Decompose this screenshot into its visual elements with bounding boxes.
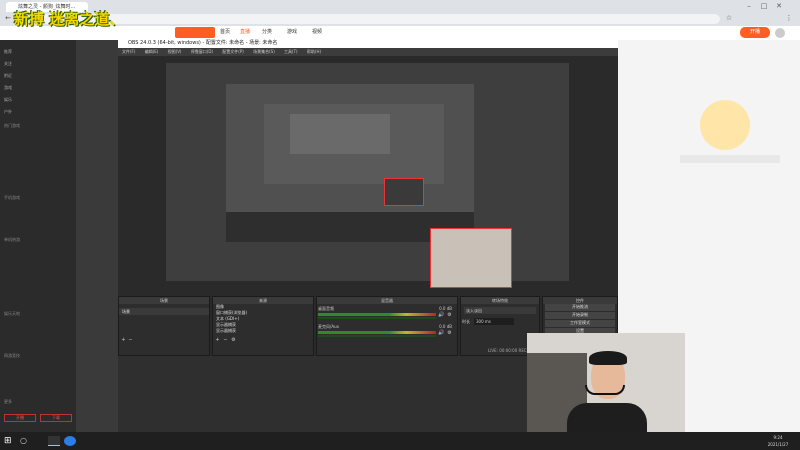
sidebar-item-game[interactable]: 游戏 (4, 84, 72, 92)
webcam-source-selection[interactable] (430, 228, 512, 288)
sidebar-item-nearby[interactable]: 附近 (4, 72, 72, 80)
menu-docks[interactable]: 停靠窗口(D) (191, 49, 213, 54)
sidebar-live-button[interactable]: 开播 (4, 414, 36, 422)
minimize-icon[interactable]: – (745, 1, 753, 11)
person-hair (589, 351, 627, 365)
mascot-image (700, 100, 750, 150)
desktop-mute-icon[interactable]: 🔊 (438, 312, 445, 319)
go-live-button[interactable]: 开播 (740, 27, 770, 38)
nested-webcam-selection (384, 178, 424, 206)
headphones (585, 385, 625, 395)
site-logo[interactable] (175, 27, 215, 38)
address-bar[interactable] (30, 14, 720, 24)
transition-select[interactable]: 淡入淡出 (464, 307, 536, 314)
studio-mode-button[interactable]: 工作室模式 (545, 320, 615, 327)
taskbar-clock-time: 9:24 (773, 435, 783, 440)
transitions-dock-header: 转场特效 (461, 297, 539, 304)
sidebar-section-online: 网游竞技 (4, 353, 20, 358)
stream-overlay-title: 新搏 迷离之道、 (14, 10, 125, 28)
status-live: LIVE: 00:00:00 (488, 348, 518, 353)
start-recording-button[interactable]: 开始录制 (545, 312, 615, 319)
sidebar-section-hot: 热门游戏 (4, 123, 20, 128)
scenes-dock-header: 场景 (119, 297, 209, 304)
nav-home[interactable]: 首页 (220, 27, 230, 38)
menu-help[interactable]: 帮助(H) (307, 49, 321, 54)
taskbar-chrome-icon[interactable] (64, 436, 76, 446)
mic-audio-meter (318, 331, 436, 334)
nav-live[interactable]: 直播 (240, 27, 250, 38)
windows-taskbar (0, 432, 800, 450)
mixer-track-mic-label: 麦克风/Aux (318, 324, 339, 329)
taskbar-obs-icon[interactable] (48, 436, 60, 446)
mic-mute-icon[interactable]: 🔊 (438, 330, 445, 337)
nav-category[interactable]: 分类 (262, 27, 272, 38)
sidebar-download-button[interactable]: 下载 (40, 414, 72, 422)
nested-capture-3 (290, 114, 390, 154)
sidebar-section-ent: 娱乐天地 (4, 311, 20, 316)
remove-scene-icon[interactable]: − (127, 337, 134, 344)
nav-video[interactable]: 视频 (312, 27, 322, 38)
maximize-icon[interactable]: □ (760, 1, 768, 11)
menu-icon[interactable]: ⋮ (785, 13, 793, 23)
menu-scene-collection[interactable]: 场景集合(S) (253, 49, 275, 54)
menu-file[interactable]: 文件(F) (122, 49, 135, 54)
star-icon[interactable]: ☆ (725, 13, 733, 23)
search-icon[interactable]: ○ (20, 436, 30, 446)
nav-games[interactable]: 游戏 (287, 27, 297, 38)
remove-source-icon[interactable]: − (222, 337, 229, 344)
desktop-audio-meter (318, 313, 436, 316)
mixer-dock-header: 混音器 (317, 297, 457, 304)
back-icon[interactable]: ← (4, 13, 12, 23)
close-icon[interactable]: ✕ (775, 1, 783, 11)
sidebar-item-ent[interactable]: 娱乐 (4, 96, 72, 104)
menu-edit[interactable]: 编辑(E) (145, 49, 159, 54)
controls-dock-header: 控件 (543, 297, 617, 304)
sidebar-item-follow[interactable]: 关注 (4, 60, 72, 68)
sidebar-section-mobile: 手机游戏 (4, 195, 20, 200)
sidebar-section-single: 单机热游 (4, 237, 20, 242)
menu-profile[interactable]: 配置文件(P) (222, 49, 244, 54)
add-source-icon[interactable]: + (214, 337, 221, 344)
add-scene-icon[interactable]: + (120, 337, 127, 344)
start-streaming-button[interactable]: 开始推流 (545, 304, 615, 311)
mixer-track-desktop-label: 桌面音频 (318, 306, 334, 311)
sources-dock: 来源 图像 窗口捕获(浏览器) 文本 (GDI+) 显示器捕获 显示器捕获 (212, 296, 314, 356)
start-icon[interactable]: ⊞ (4, 436, 14, 446)
taskbar-clock-date: 2021/1/27 (767, 442, 789, 447)
duration-input[interactable]: 300 ms (474, 318, 514, 325)
obs-title-bar: OBS 24.0.3 (64-bit, windows) - 配置文件: 未命名… (118, 38, 618, 48)
mic-audio-slider[interactable] (318, 335, 436, 337)
right-pane-notice (680, 155, 780, 163)
desktop-audio-settings-icon[interactable]: ⚙ (446, 312, 453, 319)
source-item-display-2[interactable]: 显示器捕获 (213, 328, 313, 334)
obs-menu-bar: 文件(F) 编辑(E) 视图(V) 停靠窗口(D) 配置文件(P) 场景集合(S… (118, 48, 618, 56)
scenes-dock: 场景 场景 (118, 296, 210, 356)
avatar[interactable] (775, 28, 785, 38)
sidebar-section-more: 更多 (4, 399, 12, 404)
scene-item[interactable]: 场景 (119, 308, 209, 315)
mic-settings-icon[interactable]: ⚙ (446, 330, 453, 337)
source-settings-icon[interactable]: ⚙ (230, 337, 237, 344)
desktop-audio-slider[interactable] (318, 317, 436, 319)
duration-label: 时长 (462, 319, 470, 324)
sidebar-item-outdoor[interactable]: 户外 (4, 108, 72, 116)
sidebar-item-recommend[interactable]: 推荐 (4, 48, 72, 56)
menu-view[interactable]: 视图(V) (168, 49, 182, 54)
sources-dock-header: 来源 (213, 297, 313, 304)
menu-tools[interactable]: 工具(T) (284, 49, 298, 54)
